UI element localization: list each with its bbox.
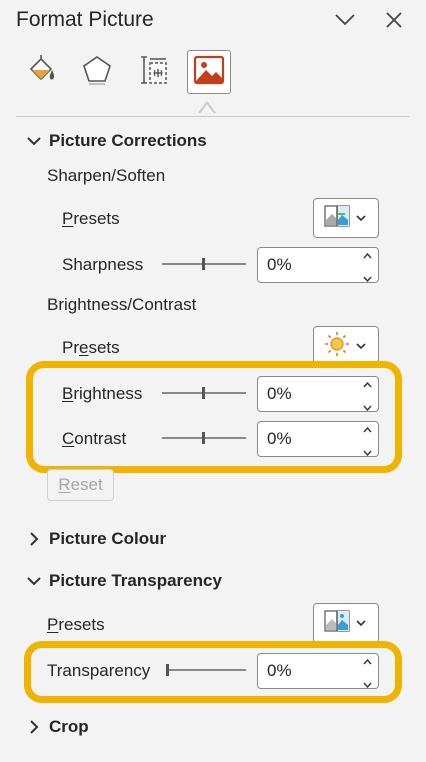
contrast-spinner[interactable]: 0% bbox=[257, 421, 379, 457]
spin-up-icon[interactable] bbox=[362, 650, 372, 670]
tab-size-properties[interactable] bbox=[131, 50, 175, 94]
section-picture-colour[interactable]: Picture Colour bbox=[23, 528, 166, 550]
tab-effects[interactable] bbox=[75, 50, 119, 94]
tab-picture[interactable] bbox=[187, 50, 231, 94]
transparency-presets-label: Presets bbox=[47, 615, 105, 634]
chevron-right-icon bbox=[23, 716, 45, 738]
transparency-label: Transparency bbox=[47, 661, 151, 680]
sharpness-label: Sharpness bbox=[62, 255, 144, 274]
reset-button[interactable]: Reset bbox=[47, 469, 114, 501]
transparency-preset-icon bbox=[324, 609, 350, 638]
contrast-slider[interactable] bbox=[162, 430, 246, 451]
active-tab-pointer-fill bbox=[199, 104, 215, 115]
chevron-down-icon bbox=[23, 570, 45, 592]
section-title: Picture Transparency bbox=[49, 571, 222, 590]
sun-icon bbox=[324, 331, 350, 362]
contrast-label: Contrast bbox=[62, 429, 127, 448]
chevron-down-icon bbox=[356, 614, 366, 632]
spin-down-icon[interactable] bbox=[362, 396, 372, 416]
sharpen-presets-label: Presets bbox=[62, 209, 120, 228]
section-crop[interactable]: Crop bbox=[23, 716, 89, 738]
section-picture-corrections[interactable]: Picture Corrections bbox=[23, 130, 207, 152]
spin-down-icon[interactable] bbox=[362, 673, 372, 693]
close-icon[interactable] bbox=[380, 6, 408, 34]
tab-divider bbox=[16, 116, 409, 117]
spin-down-icon[interactable] bbox=[362, 267, 372, 287]
transparency-slider[interactable] bbox=[166, 662, 250, 683]
spin-up-icon[interactable] bbox=[362, 373, 372, 393]
brightness-presets-dropdown[interactable] bbox=[313, 326, 379, 366]
chevron-down-icon bbox=[356, 209, 366, 227]
size-position-icon bbox=[136, 53, 170, 92]
brightness-contrast-label: Brightness/Contrast bbox=[47, 295, 197, 314]
section-picture-transparency[interactable]: Picture Transparency bbox=[23, 570, 222, 592]
sharpen-presets-dropdown[interactable] bbox=[313, 198, 379, 238]
chevron-down-icon bbox=[356, 337, 366, 355]
paint-bucket-icon bbox=[23, 52, 59, 93]
brightness-value: 0% bbox=[267, 384, 292, 403]
section-title: Picture Corrections bbox=[49, 131, 207, 150]
brightness-presets-label: Presets bbox=[62, 338, 120, 357]
transparency-value: 0% bbox=[267, 661, 292, 680]
brightness-label: Brightness bbox=[62, 384, 143, 403]
sharpness-spinner[interactable]: 0% bbox=[257, 247, 379, 283]
transparency-presets-dropdown[interactable] bbox=[313, 603, 379, 643]
spin-up-icon[interactable] bbox=[362, 244, 372, 264]
brightness-spinner[interactable]: 0% bbox=[257, 376, 379, 412]
spin-up-icon[interactable] bbox=[362, 418, 372, 438]
picture-icon bbox=[193, 54, 225, 91]
transparency-spinner[interactable]: 0% bbox=[257, 653, 379, 689]
section-title: Crop bbox=[49, 717, 89, 736]
pentagon-icon bbox=[80, 53, 114, 92]
sharpen-soften-label: Sharpen/Soften bbox=[47, 166, 166, 185]
pane-title: Format Picture bbox=[16, 8, 154, 31]
spin-down-icon[interactable] bbox=[362, 441, 372, 461]
sharpen-preset-icon bbox=[324, 204, 350, 233]
chevron-right-icon bbox=[23, 528, 45, 550]
tab-fill-line[interactable] bbox=[19, 50, 63, 94]
section-title: Picture Colour bbox=[49, 529, 167, 548]
sharpness-slider[interactable] bbox=[162, 256, 246, 277]
sharpness-value: 0% bbox=[267, 255, 292, 274]
brightness-slider[interactable] bbox=[162, 385, 246, 406]
contrast-value: 0% bbox=[267, 429, 292, 448]
chevron-down-icon[interactable] bbox=[331, 6, 359, 34]
chevron-down-icon bbox=[23, 130, 45, 152]
